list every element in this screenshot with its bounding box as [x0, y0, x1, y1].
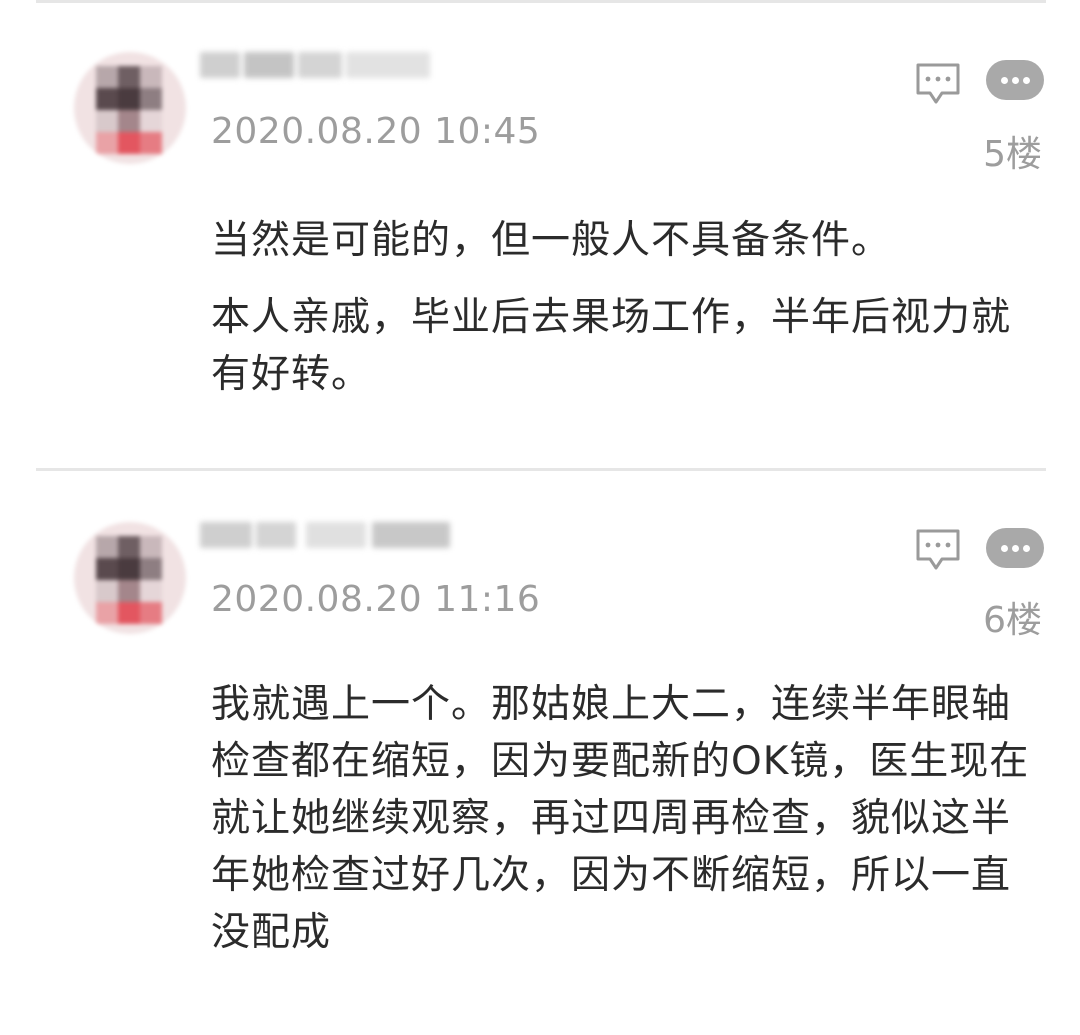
reply-icon[interactable] — [914, 62, 962, 106]
reply-icon[interactable] — [914, 528, 962, 572]
comment-divider — [36, 468, 1046, 471]
username-redacted — [200, 518, 450, 552]
top-divider — [36, 0, 1046, 3]
floor-number: 6楼 — [983, 600, 1042, 641]
avatar[interactable] — [74, 52, 186, 164]
comment-body: 我就遇上一个。那姑娘上大二，连续半年眼轴检查都在缩短，因为要配新的OK镜，医生现… — [211, 676, 1041, 961]
comment-timestamp: 2020.08.20 11:16 — [211, 579, 541, 620]
floor-number: 5楼 — [983, 134, 1042, 175]
comment-thread: 2020.08.20 10:45 5楼 当然是可能的，但一般人不具备条件。 本人… — [0, 0, 1080, 1035]
comment-paragraph: 我就遇上一个。那姑娘上大二，连续半年眼轴检查都在缩短，因为要配新的OK镜，医生现… — [211, 682, 1030, 955]
avatar[interactable] — [74, 522, 186, 634]
comment-body: 当然是可能的，但一般人不具备条件。 本人亲戚，毕业后去果场工作，半年后视力就有好… — [211, 212, 1041, 403]
comment-paragraph: 当然是可能的，但一般人不具备条件。 — [211, 218, 892, 263]
comment-paragraph: 本人亲戚，毕业后去果场工作，半年后视力就有好转。 — [211, 295, 1012, 397]
more-icon[interactable] — [986, 528, 1044, 568]
more-icon[interactable] — [986, 60, 1044, 100]
comment-timestamp: 2020.08.20 10:45 — [211, 111, 541, 152]
username-redacted — [200, 48, 430, 82]
